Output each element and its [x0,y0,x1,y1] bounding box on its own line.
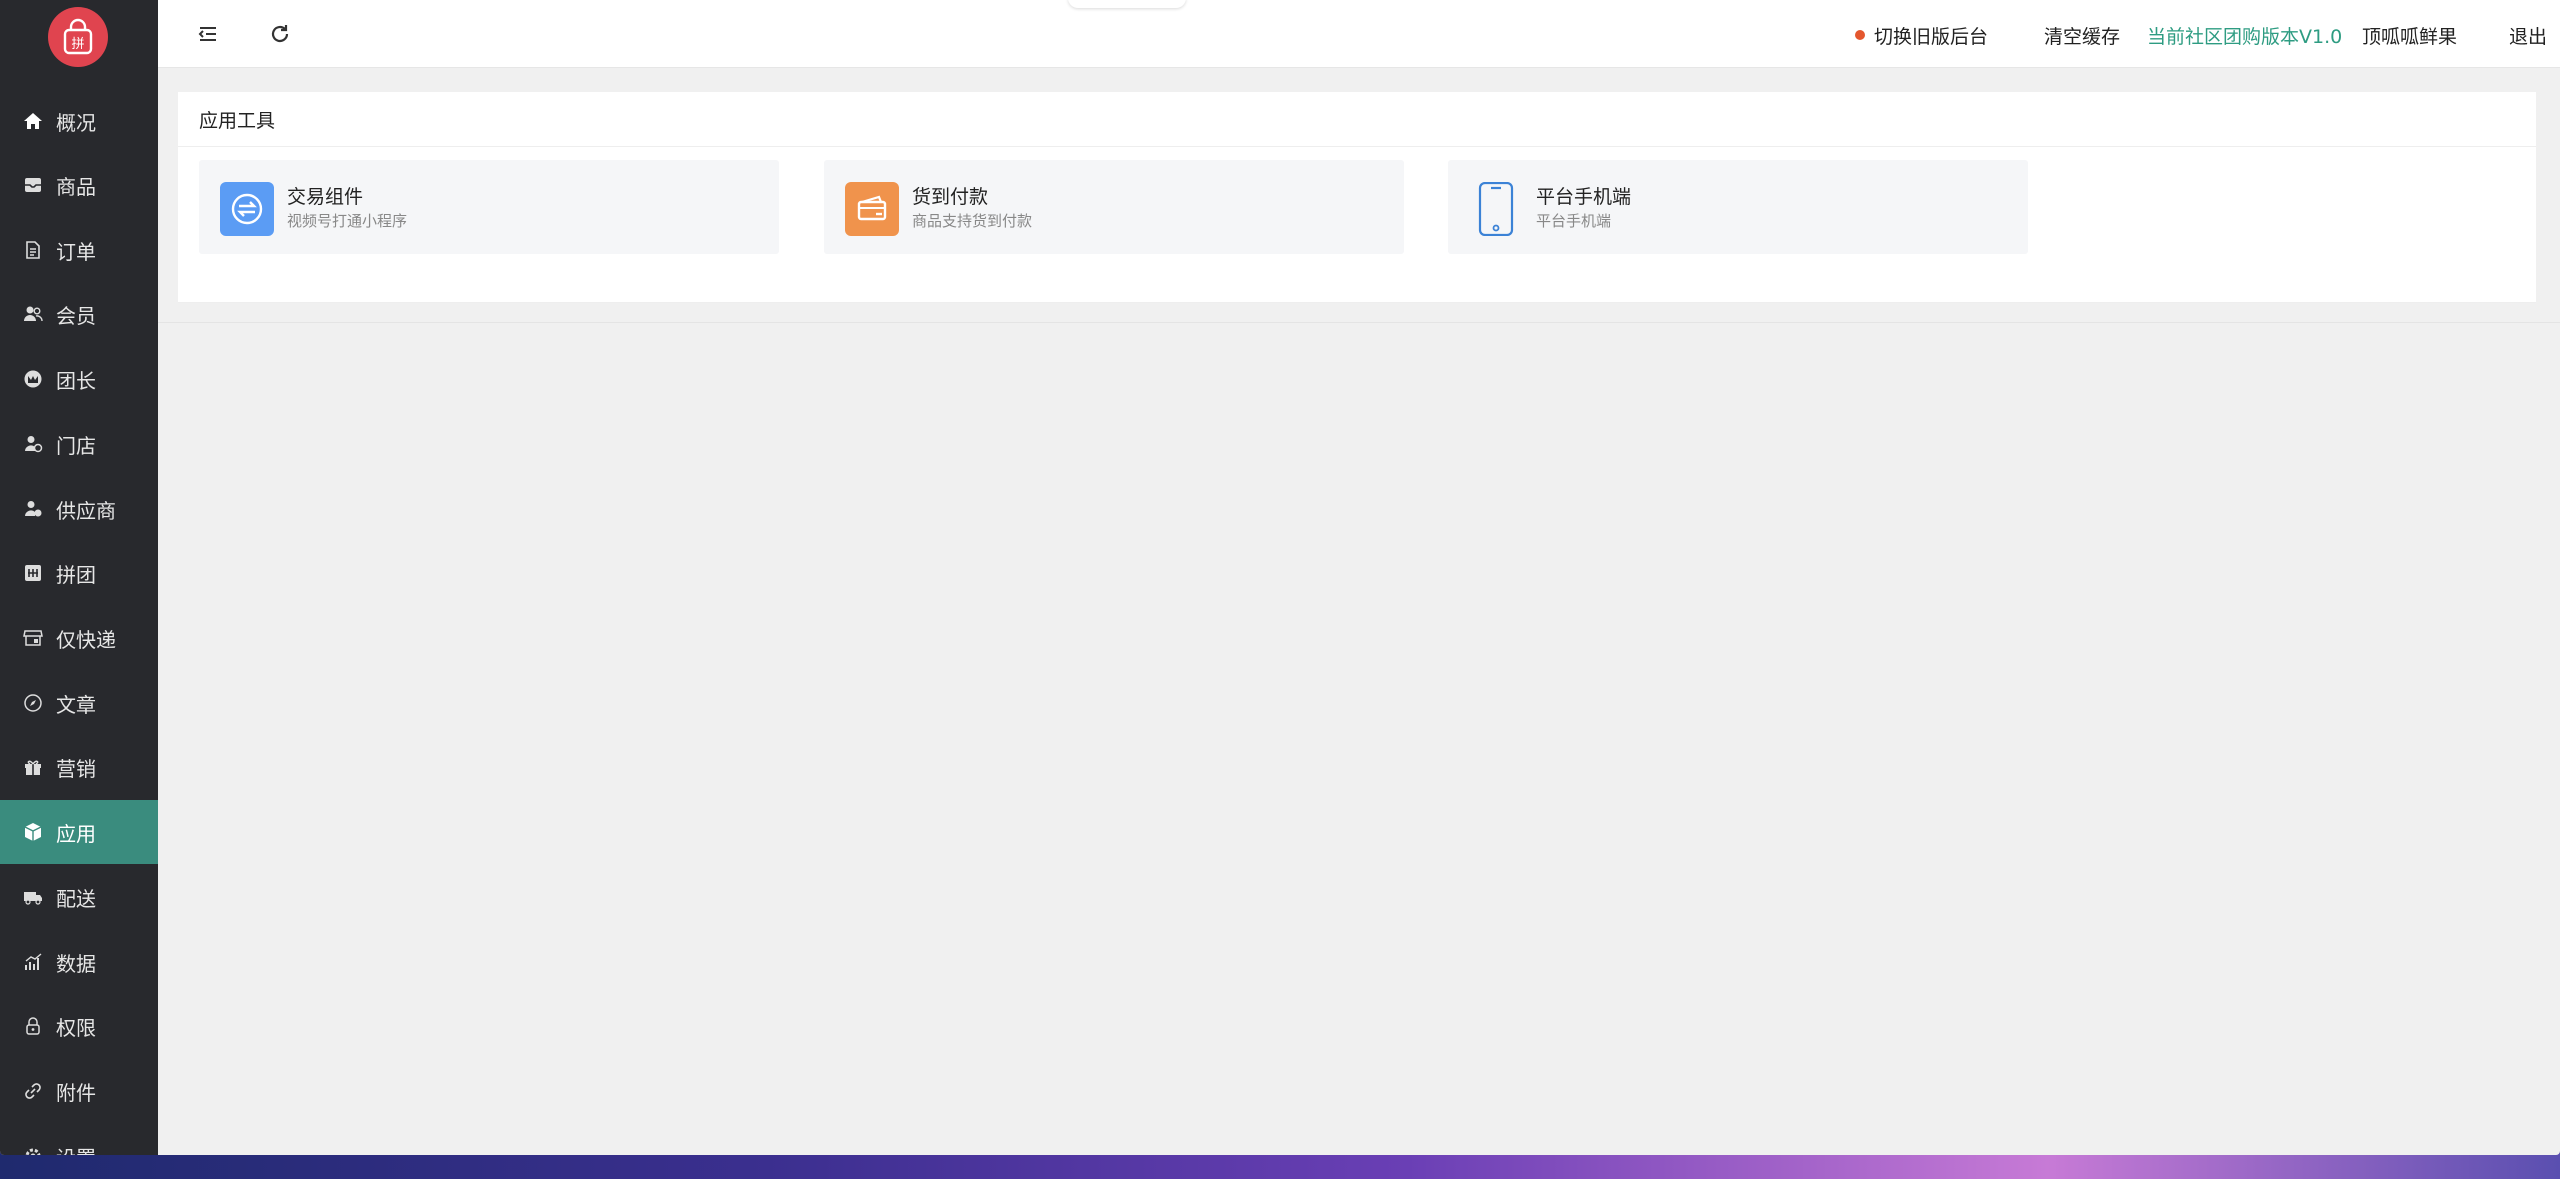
status-dot [1855,30,1865,40]
sidebar-item-label: 供应商 [56,498,116,523]
divider [178,146,2536,147]
sidebar-item-label: 文章 [56,692,96,717]
sidebar-item-label: 订单 [56,239,96,264]
sidebar-item-members[interactable]: 会员 [0,282,158,346]
sidebar-item-articles[interactable]: 文章 [0,671,158,735]
tool-name: 平台手机端 [1536,186,1632,208]
clear-cache-link[interactable]: 清空缓存 [2044,22,2120,49]
inbox-icon [22,174,44,196]
cube-icon [22,821,44,843]
app-window: 拼 概况 商品 订单 会员 团长 门店 供应商 拼团 仅快递 文章 营销 应用 … [0,0,2560,1155]
link-icon [22,1080,44,1102]
sidebar-item-label: 仅快递 [56,627,116,652]
sidebar-item-label: 概况 [56,110,96,135]
sidebar-item-apps[interactable]: 应用 [0,800,158,864]
sidebar-item-group-buy[interactable]: 拼团 [0,541,158,605]
tool-name: 交易组件 [287,186,364,208]
store-name[interactable]: 顶呱呱鲜果 [2362,22,2457,49]
sidebar-item-products[interactable]: 商品 [0,153,158,217]
top-bar: 切换旧版后台 清空缓存 当前社区团购版本V1.0 顶呱呱鲜果 退出 [158,0,2560,68]
tool-name: 货到付款 [912,186,989,208]
document-icon [22,239,44,261]
window-notch [1068,0,1186,8]
tool-description: 视频号打通小程序 [287,212,408,230]
mobile-phone-icon [1469,182,1523,236]
sidebar-item-label: 团长 [56,368,96,393]
home-icon [22,110,44,132]
truck-icon [22,886,44,908]
sidebar-item-label: 商品 [56,174,96,199]
sidebar-item-delivery[interactable]: 配送 [0,865,158,929]
gift-icon [22,756,44,778]
sidebar-item-label: 门店 [56,433,96,458]
sidebar-item-stores[interactable]: 门店 [0,412,158,476]
sidebar-item-label: 拼团 [56,562,96,587]
content-divider [158,322,2560,323]
sidebar-item-label: 配送 [56,886,96,911]
sidebar-item-permissions[interactable]: 权限 [0,994,158,1058]
refresh-icon[interactable] [268,22,292,46]
sidebar-item-settings[interactable]: 设置 [0,1124,158,1155]
sidebar-item-label: 会员 [56,303,96,328]
tool-card-platform-mobile[interactable]: 平台手机端 平台手机端 [1448,160,2028,254]
supplier-icon [22,498,44,520]
divider [178,302,2536,303]
sidebar-item-marketing[interactable]: 营销 [0,735,158,799]
wallet-icon [845,182,899,236]
version-label: 当前社区团购版本V1.0 [2147,26,2343,48]
tool-card-cash-on-delivery[interactable]: 货到付款 商品支持货到付款 [824,160,1404,254]
logout-link[interactable]: 退出 [2509,22,2547,49]
sidebar-item-label: 数据 [56,951,96,976]
tool-description: 平台手机端 [1536,212,1612,230]
shop-icon [22,627,44,649]
sidebar-item-leaders[interactable]: 团长 [0,347,158,411]
lock-icon [22,1015,44,1037]
switch-old-admin-link[interactable]: 切换旧版后台 [1874,22,1988,49]
sidebar-item-label: 应用 [56,821,96,846]
sidebar-item-overview[interactable]: 概况 [0,89,158,153]
sidebar-item-label: 营销 [56,756,96,781]
sidebar-item-label: 附件 [56,1080,96,1105]
store-user-icon [22,433,44,455]
tool-card-trade-component[interactable]: 交易组件 视频号打通小程序 [199,160,779,254]
app-tools-panel: 应用工具 交易组件 视频号打通小程序 货到付款 商品支持货到付款 平台手机端 平… [178,92,2536,303]
leader-icon [22,368,44,390]
chart-icon [22,951,44,973]
section-title: 应用工具 [199,110,276,132]
compass-icon [22,692,44,714]
group-grid-icon [22,562,44,584]
sidebar: 拼 概况 商品 订单 会员 团长 门店 供应商 拼团 仅快递 文章 营销 应用 … [0,0,158,1155]
sidebar-item-attachments[interactable]: 附件 [0,1059,158,1123]
gear-icon [22,1145,44,1155]
tool-description: 商品支持货到付款 [912,212,1033,230]
users-icon [22,303,44,325]
sidebar-item-express-only[interactable]: 仅快递 [0,606,158,670]
shopping-bag-icon: 拼 [63,18,93,55]
sidebar-item-suppliers[interactable]: 供应商 [0,477,158,541]
sidebar-item-data[interactable]: 数据 [0,930,158,994]
collapse-menu-icon[interactable] [196,22,220,46]
sidebar-item-orders[interactable]: 订单 [0,218,158,282]
svg-text:拼: 拼 [71,37,84,52]
app-logo[interactable]: 拼 [48,7,108,67]
sidebar-item-label: 权限 [56,1015,96,1040]
exchange-icon [220,182,274,236]
sidebar-item-label: 设置 [56,1142,96,1156]
